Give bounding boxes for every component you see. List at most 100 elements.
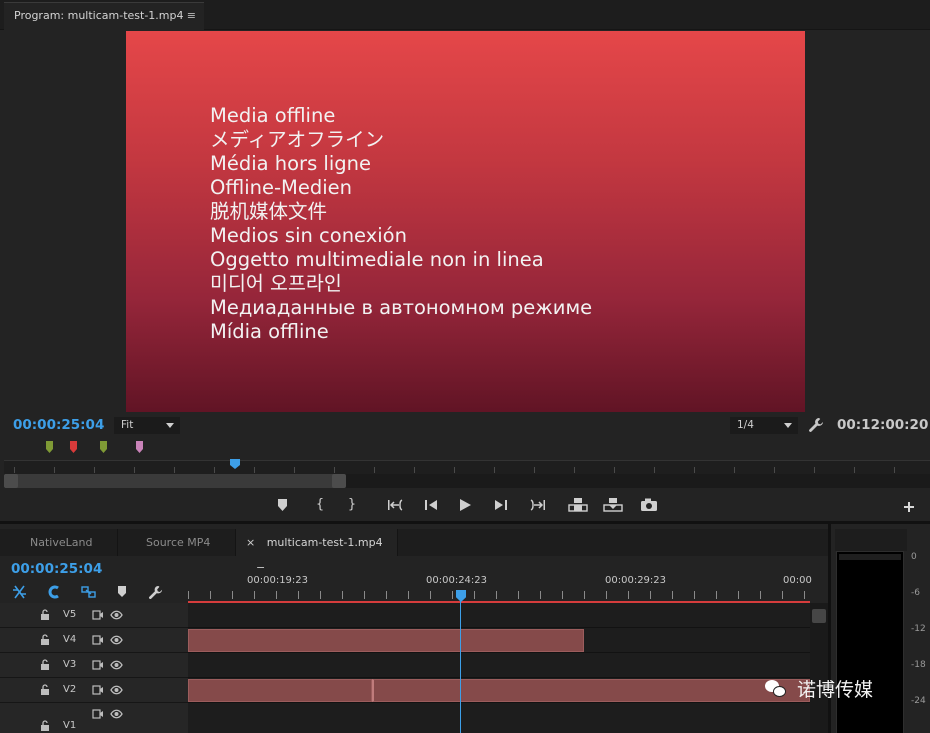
db-label: -18 bbox=[911, 660, 926, 670]
eye-icon[interactable] bbox=[110, 635, 123, 645]
playback-resolution-dropdown[interactable]: 1/4 bbox=[730, 417, 798, 434]
program-time-ruler[interactable] bbox=[4, 460, 930, 474]
meter-peak-strip bbox=[839, 554, 901, 560]
video-clip[interactable] bbox=[188, 629, 584, 652]
add-marker-icon[interactable] bbox=[277, 499, 288, 511]
lock-icon[interactable] bbox=[40, 634, 50, 646]
track-headers: V5 V4 V3 V2 V1 bbox=[0, 603, 188, 733]
watermark: 诺博传媒 bbox=[765, 675, 873, 702]
meter-header bbox=[835, 529, 907, 551]
offline-line-es: Medios sin conexión bbox=[210, 224, 407, 247]
offline-line-ru: Медиаданные в автономном режиме bbox=[210, 296, 593, 319]
tab-label: multicam-test-1.mp4 bbox=[266, 536, 383, 549]
ruler-label: 00:00:29:23 bbox=[605, 575, 667, 586]
go-to-in-icon[interactable] bbox=[388, 498, 406, 512]
track-header-v5[interactable]: V5 bbox=[0, 603, 188, 628]
program-current-timecode[interactable]: 00:00:25:04 bbox=[13, 417, 104, 433]
step-back-icon[interactable] bbox=[424, 499, 438, 511]
video-clip[interactable] bbox=[372, 679, 810, 702]
marker-icon[interactable] bbox=[46, 441, 54, 453]
program-video-frame[interactable]: Media offline メディアオフライン Média hors ligne… bbox=[126, 31, 805, 412]
wechat-icon bbox=[765, 680, 787, 698]
offline-line-it: Oggetto multimediale non in linea bbox=[210, 248, 544, 271]
lift-icon[interactable] bbox=[568, 497, 588, 512]
tab-multicam-test[interactable]: × multicam-test-1.mp4 ≡ bbox=[236, 529, 398, 576]
track-header-v4[interactable]: V4 bbox=[0, 628, 188, 653]
marker-icon[interactable] bbox=[100, 441, 108, 453]
extract-icon[interactable] bbox=[603, 497, 623, 512]
track-header-v1[interactable]: V1 bbox=[0, 703, 188, 733]
program-zoom-scrollbar[interactable] bbox=[4, 474, 930, 488]
track-name: V5 bbox=[63, 609, 77, 620]
program-duration-timecode: 00:12:00:20 bbox=[837, 417, 929, 433]
eye-icon[interactable] bbox=[110, 685, 123, 695]
sync-lock-icon[interactable] bbox=[92, 635, 104, 645]
export-frame-camera-icon[interactable] bbox=[640, 498, 658, 511]
mark-out-icon[interactable]: } bbox=[345, 496, 359, 514]
timeline-tab-bar: NativeLand Source MP4 × multicam-test-1.… bbox=[0, 529, 828, 576]
track-name: V3 bbox=[63, 659, 77, 670]
add-marker-icon[interactable] bbox=[117, 586, 127, 598]
tab-source-mp4[interactable]: Source MP4 bbox=[118, 529, 236, 556]
db-label: -24 bbox=[911, 696, 926, 706]
step-forward-icon[interactable] bbox=[494, 499, 508, 511]
eye-icon[interactable] bbox=[110, 709, 123, 719]
marker-icon[interactable] bbox=[136, 441, 144, 453]
lane-v4[interactable] bbox=[188, 628, 810, 653]
program-tab-bar: Program: multicam-test-1.mp4 ≡ bbox=[0, 0, 930, 30]
offline-line-de: Offline-Medien bbox=[210, 176, 352, 199]
lane-v2[interactable] bbox=[188, 678, 810, 703]
lane-v1[interactable] bbox=[188, 703, 810, 733]
tab-nativeland[interactable]: NativeLand bbox=[4, 529, 118, 556]
wrench-icon[interactable] bbox=[808, 417, 824, 433]
db-label: -12 bbox=[911, 624, 926, 634]
lane-v3[interactable] bbox=[188, 653, 810, 678]
zoom-level-value: Fit bbox=[121, 419, 134, 431]
track-lanes[interactable] bbox=[188, 603, 810, 733]
marker-icon[interactable] bbox=[70, 441, 78, 453]
lock-icon[interactable] bbox=[40, 659, 50, 671]
timeline-panel: NativeLand Source MP4 × multicam-test-1.… bbox=[0, 521, 828, 733]
mark-in-icon[interactable]: { bbox=[313, 496, 327, 514]
media-offline-message: Media offline メディアオフライン Média hors ligne… bbox=[210, 104, 592, 344]
tab-label: Source MP4 bbox=[146, 536, 211, 549]
panel-menu-icon[interactable]: ≡ bbox=[187, 3, 196, 29]
scrollbar-thumb[interactable] bbox=[812, 609, 826, 623]
playback-resolution-value: 1/4 bbox=[737, 419, 754, 431]
ruler-label: 00:00:19:23 bbox=[247, 575, 309, 586]
timeline-time-ruler[interactable]: 00:00:19:23 00:00:24:23 00:00:29:23 00:0… bbox=[188, 569, 828, 601]
eye-icon[interactable] bbox=[110, 660, 123, 670]
timeline-current-timecode[interactable]: 00:00:25:04 bbox=[11, 561, 102, 577]
offline-line-ko: 미디어 오프라인 bbox=[210, 272, 342, 295]
lock-icon[interactable] bbox=[40, 609, 50, 621]
close-icon[interactable]: × bbox=[246, 536, 255, 549]
video-clip[interactable] bbox=[188, 679, 372, 702]
ruler-ticks bbox=[188, 591, 810, 599]
offline-line-fr: Média hors ligne bbox=[210, 152, 371, 175]
lane-v5[interactable] bbox=[188, 603, 810, 628]
play-icon[interactable] bbox=[459, 498, 472, 512]
nest-sequence-icon[interactable] bbox=[12, 585, 27, 599]
zoom-level-dropdown[interactable]: Fit bbox=[114, 417, 180, 434]
chevron-down-icon bbox=[784, 423, 792, 428]
track-header-v3[interactable]: V3 bbox=[0, 653, 188, 678]
go-to-out-icon[interactable] bbox=[527, 498, 545, 512]
linked-selection-icon[interactable] bbox=[81, 585, 96, 599]
scrollbar-left-handle[interactable] bbox=[4, 474, 18, 488]
eye-icon[interactable] bbox=[110, 610, 123, 620]
program-tab[interactable]: Program: multicam-test-1.mp4 ≡ bbox=[4, 2, 204, 30]
lock-icon[interactable] bbox=[40, 720, 50, 732]
snap-magnet-icon[interactable] bbox=[46, 585, 61, 599]
track-header-v2[interactable]: V2 bbox=[0, 678, 188, 703]
scrollbar-right-handle[interactable] bbox=[332, 474, 346, 488]
add-button-icon[interactable] bbox=[903, 501, 915, 513]
sync-lock-icon[interactable] bbox=[92, 660, 104, 670]
audio-level-meter bbox=[836, 551, 904, 733]
wrench-icon[interactable] bbox=[148, 585, 163, 600]
lock-icon[interactable] bbox=[40, 684, 50, 696]
timeline-vertical-scrollbar[interactable] bbox=[810, 603, 828, 733]
sync-lock-icon[interactable] bbox=[92, 685, 104, 695]
sync-lock-icon[interactable] bbox=[92, 709, 104, 719]
scrollbar-thumb[interactable] bbox=[4, 474, 344, 488]
sync-lock-icon[interactable] bbox=[92, 610, 104, 620]
